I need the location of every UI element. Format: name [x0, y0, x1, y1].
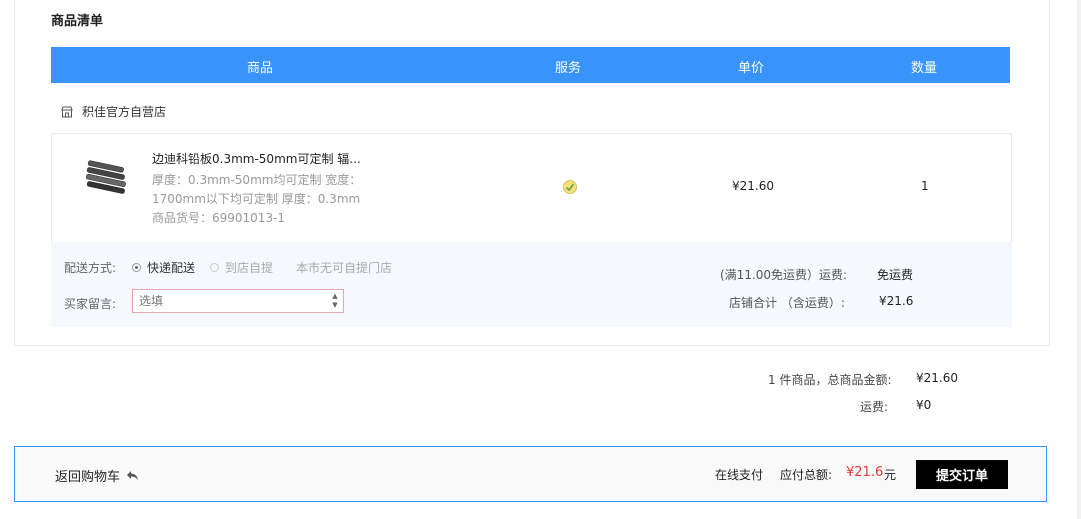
- store-icon: [61, 106, 73, 117]
- header-service: 服务: [554, 61, 582, 76]
- store-name[interactable]: 积佳官方自营店: [82, 103, 166, 120]
- radio-unselected-icon[interactable]: [210, 263, 219, 272]
- product-attr-line: 1700mm以下均可定制 厚度：0.3mm: [152, 192, 361, 206]
- product-thumbnail[interactable]: [82, 154, 132, 204]
- pickup-note: 本市无可自提门店: [296, 261, 393, 275]
- store-total-label: 店铺合计 （含运费）:: [729, 296, 845, 310]
- input-stepper-icon[interactable]: ▲ ▼: [330, 292, 340, 310]
- header-unit-price: 单价: [737, 61, 765, 76]
- product-sku: 商品货号：69901013-1: [152, 211, 286, 225]
- delivery-option-label: 到店自提: [225, 261, 274, 275]
- header-quantity: 数量: [910, 61, 938, 76]
- checkout-bar: 返回购物车 在线支付 应付总额: ¥21.6 元 提交订单: [14, 446, 1047, 502]
- back-to-cart-link[interactable]: 返回购物车: [55, 466, 139, 485]
- section-title: 商品清单: [51, 14, 104, 29]
- delivery-panel: 配送方式: 快递配送 到店自提 本市无可自提门店 买家留言: ▲▼ (满11.0…: [51, 242, 1012, 327]
- product-name[interactable]: 边迪科铅板0.3mm-50mm可定制 辐...: [152, 150, 361, 167]
- unit-price: ¥21.60: [732, 179, 774, 193]
- cart-item: 边迪科铅板0.3mm-50mm可定制 辐... 厚度：0.3mm-50mm均可定…: [51, 133, 1012, 243]
- summary-items-label: 1 件商品，总商品金额:: [768, 373, 892, 387]
- product-attributes: 厚度：0.3mm-50mm均可定制 宽度： 1700mm以下均可定制 厚度：0.…: [152, 171, 382, 228]
- shipping-label: (满11.00免运费）运费:: [720, 268, 848, 282]
- summary-items-value: ¥21.60: [916, 371, 958, 385]
- radio-selected-icon[interactable]: [132, 263, 141, 272]
- total-unit: 元: [884, 468, 897, 482]
- shipping-value: 免运费: [877, 268, 914, 282]
- payment-method: 在线支付: [715, 468, 764, 482]
- store-row: 积佳官方自营店: [60, 103, 166, 120]
- buyer-message-input[interactable]: ▲▼: [132, 289, 344, 313]
- quantity: 1: [921, 179, 929, 193]
- back-to-cart-label[interactable]: 返回购物车: [55, 466, 120, 485]
- product-attr-line: 厚度：0.3mm-50mm均可定制 宽度：: [152, 173, 362, 187]
- submit-order-button[interactable]: 提交订单: [916, 460, 1008, 489]
- summary-freight-label: 运费:: [860, 400, 889, 414]
- scrollbar[interactable]: [1077, 0, 1081, 519]
- service-badge-icon[interactable]: [562, 179, 578, 195]
- delivery-option-pickup[interactable]: 到店自提: [210, 259, 273, 276]
- message-label: 买家留言:: [64, 297, 117, 311]
- delivery-label: 配送方式:: [64, 261, 117, 275]
- total-amount: ¥21.6: [846, 465, 884, 480]
- table-header: 商品 服务 单价 数量: [51, 47, 1010, 83]
- buyer-message-field[interactable]: [137, 290, 321, 312]
- total-label: 应付总额:: [780, 468, 833, 482]
- store-total-value: ¥21.6: [879, 294, 914, 308]
- delivery-option-label: 快递配送: [147, 261, 196, 275]
- header-product: 商品: [246, 61, 274, 76]
- summary-freight-value: ¥0: [916, 398, 932, 412]
- return-arrow-icon[interactable]: [126, 470, 139, 481]
- delivery-option-express[interactable]: 快递配送: [132, 259, 195, 276]
